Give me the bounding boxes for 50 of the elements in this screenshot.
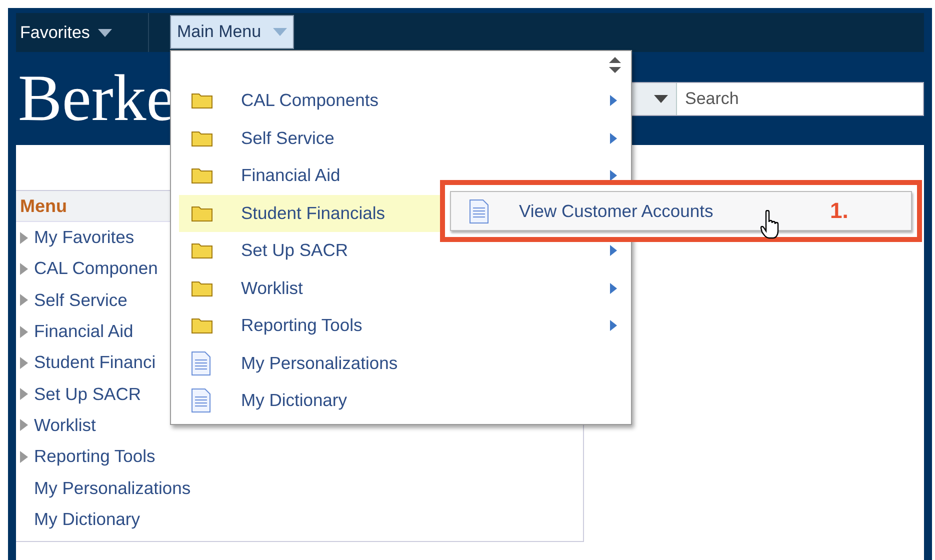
caret-icon (273, 28, 288, 36)
submenu-arrow-icon (610, 132, 617, 144)
main-menu-tab[interactable]: Main Menu (170, 15, 294, 49)
folder-icon (191, 280, 213, 297)
dropdown-item[interactable]: Worklist (179, 270, 623, 307)
dropdown-item[interactable]: My Personalizations (179, 344, 623, 382)
panel-title: Menu (20, 196, 67, 216)
menu-link[interactable]: Set Up SACR (34, 384, 141, 405)
submenu-arrow-icon (610, 282, 617, 294)
folder-icon (191, 204, 213, 222)
dropdown-item[interactable]: Self Service (179, 120, 623, 157)
caret-icon (98, 28, 112, 36)
folder-icon (191, 130, 213, 147)
menu-link[interactable]: Financial Aid (34, 321, 134, 342)
submenu-arrow-icon (610, 95, 617, 106)
menu-link[interactable]: CAL Componen (34, 258, 158, 280)
folder-icon (191, 317, 213, 334)
submenu-arrow-icon (610, 245, 617, 256)
submenu-arrow-icon (610, 170, 617, 182)
expand-arrow-icon[interactable] (20, 262, 28, 275)
dropdown-item[interactable]: Reporting Tools (179, 307, 623, 344)
menu-link[interactable]: Worklist (34, 414, 96, 436)
dropdown-item[interactable]: CAL Components (179, 82, 623, 120)
dropdown-item[interactable]: My Dictionary (179, 382, 623, 420)
menu-link[interactable]: My Dictionary (34, 508, 140, 530)
favorites-menu[interactable]: Favorites (16, 13, 149, 52)
expand-arrow-icon[interactable] (20, 294, 28, 306)
menu-link[interactable]: My Personalizations (34, 478, 191, 499)
expand-arrow-icon[interactable] (20, 326, 28, 338)
document-icon (191, 350, 211, 376)
expand-arrow-icon[interactable] (20, 388, 28, 400)
logo: Berke (18, 66, 176, 132)
folder-icon (191, 242, 213, 260)
menu-link[interactable]: Self Service (34, 290, 128, 311)
expand-arrow-icon[interactable] (20, 419, 28, 432)
dropdown-item[interactable]: Set Up SACR (179, 232, 623, 270)
document-icon (191, 388, 211, 414)
step-number: 1. (830, 198, 848, 224)
caret-icon (654, 94, 668, 102)
expand-arrow-icon[interactable] (20, 356, 28, 369)
expand-arrow-icon[interactable] (20, 232, 28, 244)
document-icon (469, 198, 489, 224)
folder-icon (191, 167, 213, 184)
menu-link[interactable]: Student Financi (34, 352, 156, 374)
submenu-arrow-icon (610, 320, 617, 332)
menu-link[interactable]: Reporting Tools (34, 446, 156, 468)
expand-arrow-icon[interactable] (20, 450, 28, 463)
folder-icon (191, 92, 213, 110)
scroll-arrows-icon[interactable] (609, 57, 621, 73)
menu-link[interactable]: My Favorites (34, 227, 134, 248)
